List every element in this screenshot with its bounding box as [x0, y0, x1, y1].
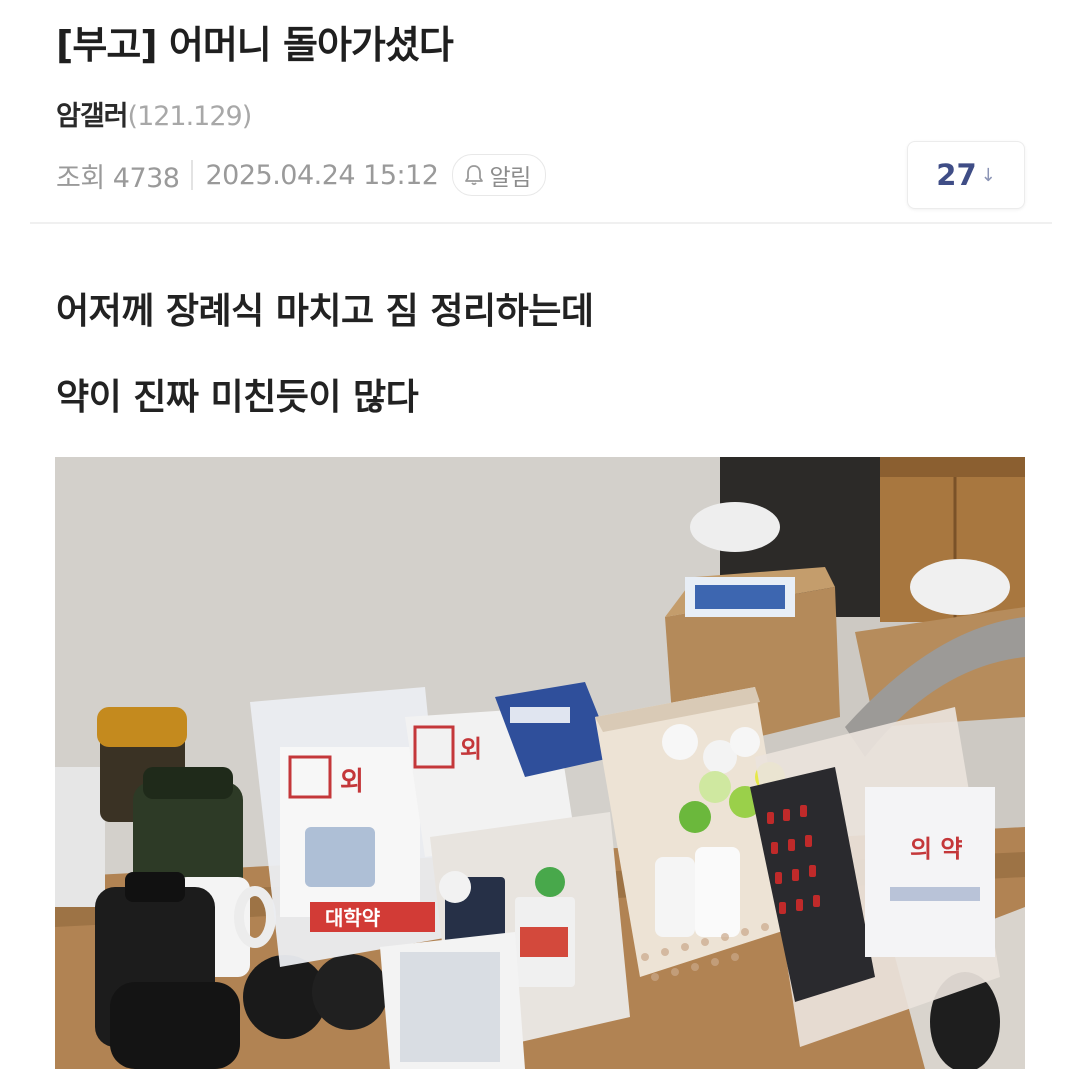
view-count: 조회 4738	[56, 162, 180, 194]
bag-left-bottom-label: 대학약	[325, 906, 381, 930]
comment-count: 27	[936, 158, 977, 192]
author-line: 암갤러(121.129)	[56, 94, 253, 133]
meta-divider	[191, 160, 194, 190]
alarm-label: 알림	[489, 165, 531, 191]
photo-medicine-pile: 외 대학약 외 의 약	[55, 457, 1025, 1069]
bag-middle-label: 외	[460, 735, 482, 763]
header-divider	[30, 222, 1052, 224]
alarm-button[interactable]: 알림	[452, 154, 546, 196]
author-ip: (121.129)	[127, 101, 253, 132]
arrow-down-icon: ↓	[980, 164, 996, 186]
author-name[interactable]: 암갤러	[56, 101, 129, 132]
post-datetime: 2025.04.24 15:12	[205, 159, 439, 191]
post-title: [부고] 어머니 돌아가셨다	[56, 23, 454, 67]
bell-icon	[465, 165, 484, 186]
content-line-1: 어저께 장례식 마치고 짐 정리하는데	[56, 291, 594, 332]
bag-left-label: 외	[340, 767, 364, 797]
bag-right-label: 의 약	[910, 835, 963, 863]
content-line-2: 약이 진짜 미친듯이 많다	[56, 377, 419, 418]
comment-count-button[interactable]: 27 ↓	[907, 141, 1025, 209]
post-photo[interactable]: 외 대학약 외 의 약	[55, 457, 1025, 1069]
post-meta: 조회 4738 2025.04.24 15:12 알림	[56, 152, 546, 198]
